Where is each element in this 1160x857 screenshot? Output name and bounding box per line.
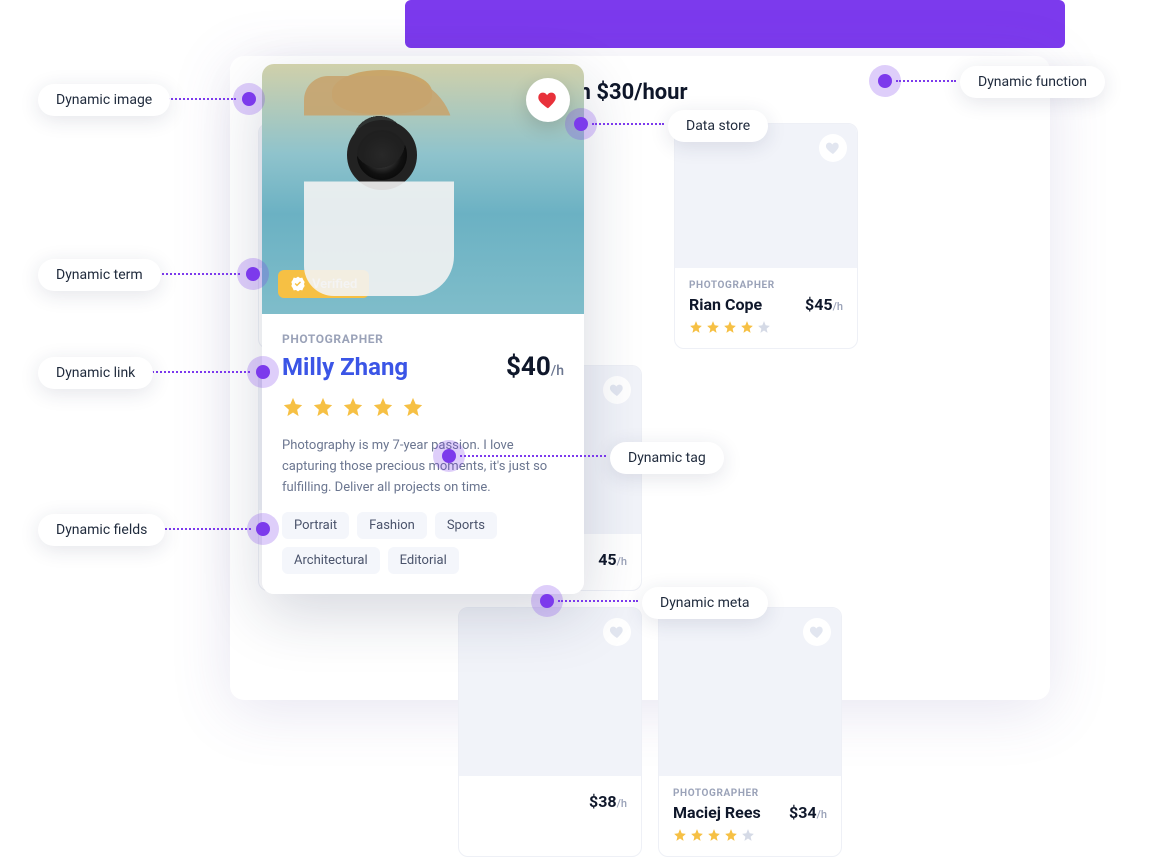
heart-icon (825, 140, 841, 156)
heart-icon (537, 89, 559, 111)
rating-stars (282, 396, 564, 418)
callout-image: Dynamic image (38, 84, 170, 116)
rating-stars (673, 828, 827, 842)
price: $34/h (789, 803, 827, 822)
callout-term: Dynamic term (38, 259, 161, 291)
favorite-button[interactable] (819, 134, 847, 162)
callout-dot (256, 522, 270, 536)
callout-tag: Dynamic tag (610, 442, 724, 474)
callout-line (168, 98, 236, 100)
callout-datastore: Data store (668, 110, 768, 142)
category-label: PHOTOGRAPHER (282, 332, 564, 346)
category-label: PHOTOGRAPHER (673, 788, 827, 799)
favorite-button[interactable] (803, 618, 831, 646)
featured-profile-card[interactable]: Verified PHOTOGRAPHER Milly Zhang $40/h … (262, 64, 584, 594)
callout-fields: Dynamic fields (38, 514, 165, 546)
callout-line (158, 273, 240, 275)
heart-icon (609, 624, 625, 640)
price: $40/h (506, 352, 564, 382)
callout-line (558, 600, 638, 602)
callout-dot (256, 365, 270, 379)
heart-icon (609, 382, 625, 398)
skill-tag[interactable]: Sports (435, 512, 497, 539)
callout-dot (246, 267, 260, 281)
callout-dot (442, 449, 456, 463)
profile-card[interactable]: PHOTOGRAPHER Maciej Rees $34/h (658, 607, 842, 857)
favorite-button[interactable] (603, 376, 631, 404)
skill-tag[interactable]: Portrait (282, 512, 349, 539)
verified-icon (290, 276, 306, 292)
price: 45/h (598, 550, 627, 569)
top-accent-bar (405, 0, 1065, 48)
card-image (675, 124, 857, 268)
profile-name[interactable]: Maciej Rees (673, 803, 761, 822)
callout-dot (540, 594, 554, 608)
price: $38/h (589, 792, 627, 811)
skill-tag[interactable]: Editorial (388, 547, 459, 574)
callout-link: Dynamic link (38, 357, 153, 389)
callout-line (460, 455, 606, 457)
callout-line (896, 80, 956, 82)
profile-card[interactable]: PHOTOGRAPHER Rian Cope $45/h (674, 123, 858, 349)
heart-icon (809, 624, 825, 640)
verified-badge: Verified (278, 270, 369, 298)
callout-line (592, 123, 664, 125)
profile-name[interactable]: Rian Cope (689, 295, 762, 314)
profile-name-link[interactable]: Milly Zhang (282, 353, 408, 381)
callout-dot (574, 117, 588, 131)
favorite-button[interactable] (526, 78, 570, 122)
card-image (459, 608, 641, 776)
price: $45/h (805, 295, 843, 314)
skill-tag[interactable]: Architectural (282, 547, 380, 574)
rating-stars (689, 320, 843, 334)
category-label: PHOTOGRAPHER (689, 280, 843, 291)
profile-bio: Photography is my 7-year passion. I love… (282, 436, 564, 498)
profile-card[interactable]: $38/h (458, 607, 642, 857)
favorite-button[interactable] (603, 618, 631, 646)
callout-meta: Dynamic meta (642, 587, 768, 619)
tag-list: Portrait Fashion Sports Architectural Ed… (282, 512, 564, 574)
callout-function: Dynamic function (960, 66, 1105, 98)
callout-line (165, 528, 251, 530)
callout-dot (242, 92, 256, 106)
featured-image: Verified (262, 64, 584, 314)
card-image (659, 608, 841, 776)
callout-dot (878, 74, 892, 88)
callout-line (152, 371, 250, 373)
skill-tag[interactable]: Fashion (357, 512, 427, 539)
